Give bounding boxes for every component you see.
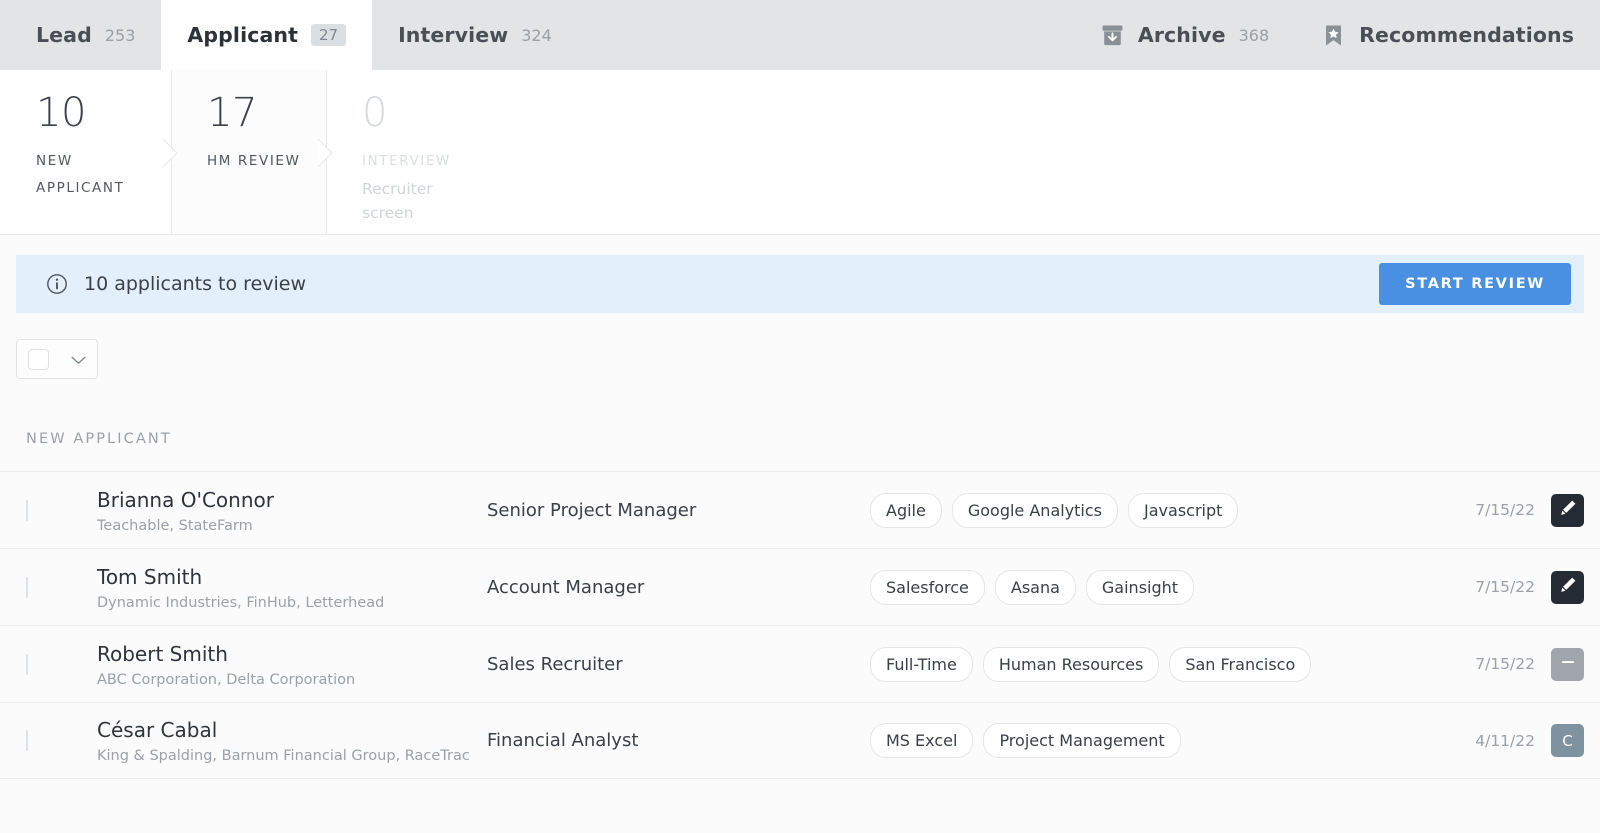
tab-label: Archive (1138, 23, 1226, 47)
bookmark-star-icon (1321, 23, 1346, 48)
tab-bar-spacer (578, 0, 1074, 70)
applicant-table: Brianna O'Connor Teachable, StateFarmSeni… (0, 471, 1600, 779)
select-all-dropdown[interactable] (16, 339, 98, 379)
tab-archive[interactable]: Archive 368 (1074, 0, 1295, 70)
tab-lead[interactable]: Lead 253 (0, 0, 161, 70)
skill-tag[interactable]: Gainsight (1086, 570, 1194, 605)
candidate-name: Tom Smith (97, 564, 487, 590)
pipeline-stage-new-applicant[interactable]: 10 NEW APPLICANT (0, 70, 171, 234)
skill-tag[interactable]: Javascript (1128, 493, 1238, 528)
tab-label: Recommendations (1359, 23, 1574, 47)
tag-list: Salesforce Asana Gainsight (870, 570, 1475, 605)
job-title: Financial Analyst (487, 730, 870, 751)
skill-tag[interactable]: Human Resources (983, 647, 1160, 682)
candidate-name: Brianna O'Connor (97, 487, 487, 513)
skill-tag[interactable]: MS Excel (870, 723, 973, 758)
row-checkbox[interactable] (26, 500, 28, 521)
row-date: 7/15/22 (1475, 655, 1535, 673)
job-title: Senior Project Manager (487, 500, 870, 521)
row-date: 7/15/22 (1475, 501, 1535, 519)
row-checkbox-cell (26, 731, 97, 750)
stage-label: INTERVIEW (362, 148, 482, 174)
row-date: 7/15/22 (1475, 578, 1535, 596)
pipeline-stage-interview[interactable]: 0 INTERVIEW Recruiter screen (326, 70, 526, 234)
toolbar (0, 313, 1600, 379)
stage-count: 17 (207, 92, 326, 135)
archive-box-icon (1100, 23, 1125, 48)
pipeline-stage-hm-review[interactable]: 17 HM REVIEW (171, 70, 326, 234)
stage-label: HM REVIEW (207, 148, 326, 174)
avatar[interactable] (1551, 648, 1584, 681)
row-checkbox-cell (26, 655, 97, 674)
table-row[interactable]: Tom Smith Dynamic Industries, FinHub, Let… (0, 548, 1600, 625)
candidate-companies: ABC Corporation, Delta Corporation (97, 672, 487, 688)
candidate-companies: Teachable, StateFarm (97, 518, 487, 534)
tab-recommendations[interactable]: Recommendations (1295, 0, 1600, 70)
avatar[interactable]: C (1551, 724, 1584, 757)
skill-tag[interactable]: Salesforce (870, 570, 985, 605)
pencil-icon (1558, 498, 1578, 522)
row-checkbox[interactable] (26, 730, 28, 751)
tag-list: Agile Google Analytics Javascript (870, 493, 1475, 528)
info-circle-icon (46, 273, 68, 295)
select-all-checkbox[interactable] (28, 349, 49, 370)
candidate-cell: Robert Smith ABC Corporation, Delta Corpo… (97, 641, 487, 688)
job-title: Account Manager (487, 577, 870, 598)
tag-list: Full-Time Human Resources San Francisco (870, 647, 1475, 682)
row-checkbox[interactable] (26, 577, 28, 598)
row-checkbox-cell (26, 501, 97, 520)
skill-tag[interactable]: Project Management (983, 723, 1180, 758)
tag-list: MS Excel Project Management (870, 723, 1475, 758)
skill-tag[interactable]: Agile (870, 493, 942, 528)
stage-sublabel: Recruiter screen (362, 177, 457, 225)
candidate-name: Robert Smith (97, 641, 487, 667)
pencil-icon (1558, 575, 1578, 599)
tab-bar: Lead 253 Applicant 27 Interview 324 Archive 368… (0, 0, 1600, 70)
tab-label: Lead (36, 23, 92, 47)
tab-count: 253 (105, 26, 136, 45)
tab-count: 27 (311, 24, 346, 46)
table-row[interactable]: César Cabal King & Spalding, Barnum Finan… (0, 702, 1600, 779)
avatar[interactable] (1551, 494, 1584, 527)
tab-count: 324 (521, 26, 552, 45)
tab-label: Interview (398, 23, 508, 47)
candidate-cell: Tom Smith Dynamic Industries, FinHub, Let… (97, 564, 487, 611)
candidate-companies: King & Spalding, Barnum Financial Group,… (97, 748, 487, 764)
stage-chevron-icon (162, 138, 180, 168)
table-row[interactable]: Brianna O'Connor Teachable, StateFarmSeni… (0, 471, 1600, 548)
banner-message: 10 applicants to review (84, 273, 306, 295)
skill-tag[interactable]: Google Analytics (952, 493, 1118, 528)
chevron-down-icon[interactable] (71, 350, 86, 369)
candidate-companies: Dynamic Industries, FinHub, Letterhead (97, 595, 487, 611)
row-checkbox-cell (26, 578, 97, 597)
table-row[interactable]: Robert Smith ABC Corporation, Delta Corpo… (0, 625, 1600, 702)
stage-chevron-icon (317, 138, 335, 168)
tab-applicant[interactable]: Applicant 27 (161, 0, 372, 70)
tab-label: Applicant (187, 23, 298, 47)
row-date: 4/11/22 (1475, 732, 1535, 750)
tab-count: 368 (1239, 26, 1270, 45)
stage-count: 10 (36, 92, 171, 135)
tab-interview[interactable]: Interview 324 (372, 0, 578, 70)
skill-tag[interactable]: San Francisco (1169, 647, 1311, 682)
skill-tag[interactable]: Asana (995, 570, 1076, 605)
candidate-cell: César Cabal King & Spalding, Barnum Finan… (97, 717, 487, 764)
stage-label: NEW APPLICANT (36, 148, 156, 201)
row-checkbox[interactable] (26, 654, 28, 675)
skill-tag[interactable]: Full-Time (870, 647, 973, 682)
content-area: 10 applicants to review START REVIEW NEW… (0, 235, 1600, 833)
pipeline-stages: 10 NEW APPLICANT 17 HM REVIEW 0 INTERVIEW Recr… (0, 70, 1600, 235)
section-title: NEW APPLICANT (0, 379, 1600, 447)
stage-count: 0 (362, 92, 526, 135)
banner-container: 10 applicants to review START REVIEW (0, 235, 1600, 313)
dash-icon (1558, 652, 1578, 676)
candidate-cell: Brianna O'Connor Teachable, StateFarm (97, 487, 487, 534)
job-title: Sales Recruiter (487, 654, 870, 675)
candidate-name: César Cabal (97, 717, 487, 743)
avatar-initial: C (1562, 732, 1572, 750)
start-review-button[interactable]: START REVIEW (1379, 263, 1571, 305)
review-banner: 10 applicants to review START REVIEW (16, 255, 1584, 313)
avatar[interactable] (1551, 571, 1584, 604)
